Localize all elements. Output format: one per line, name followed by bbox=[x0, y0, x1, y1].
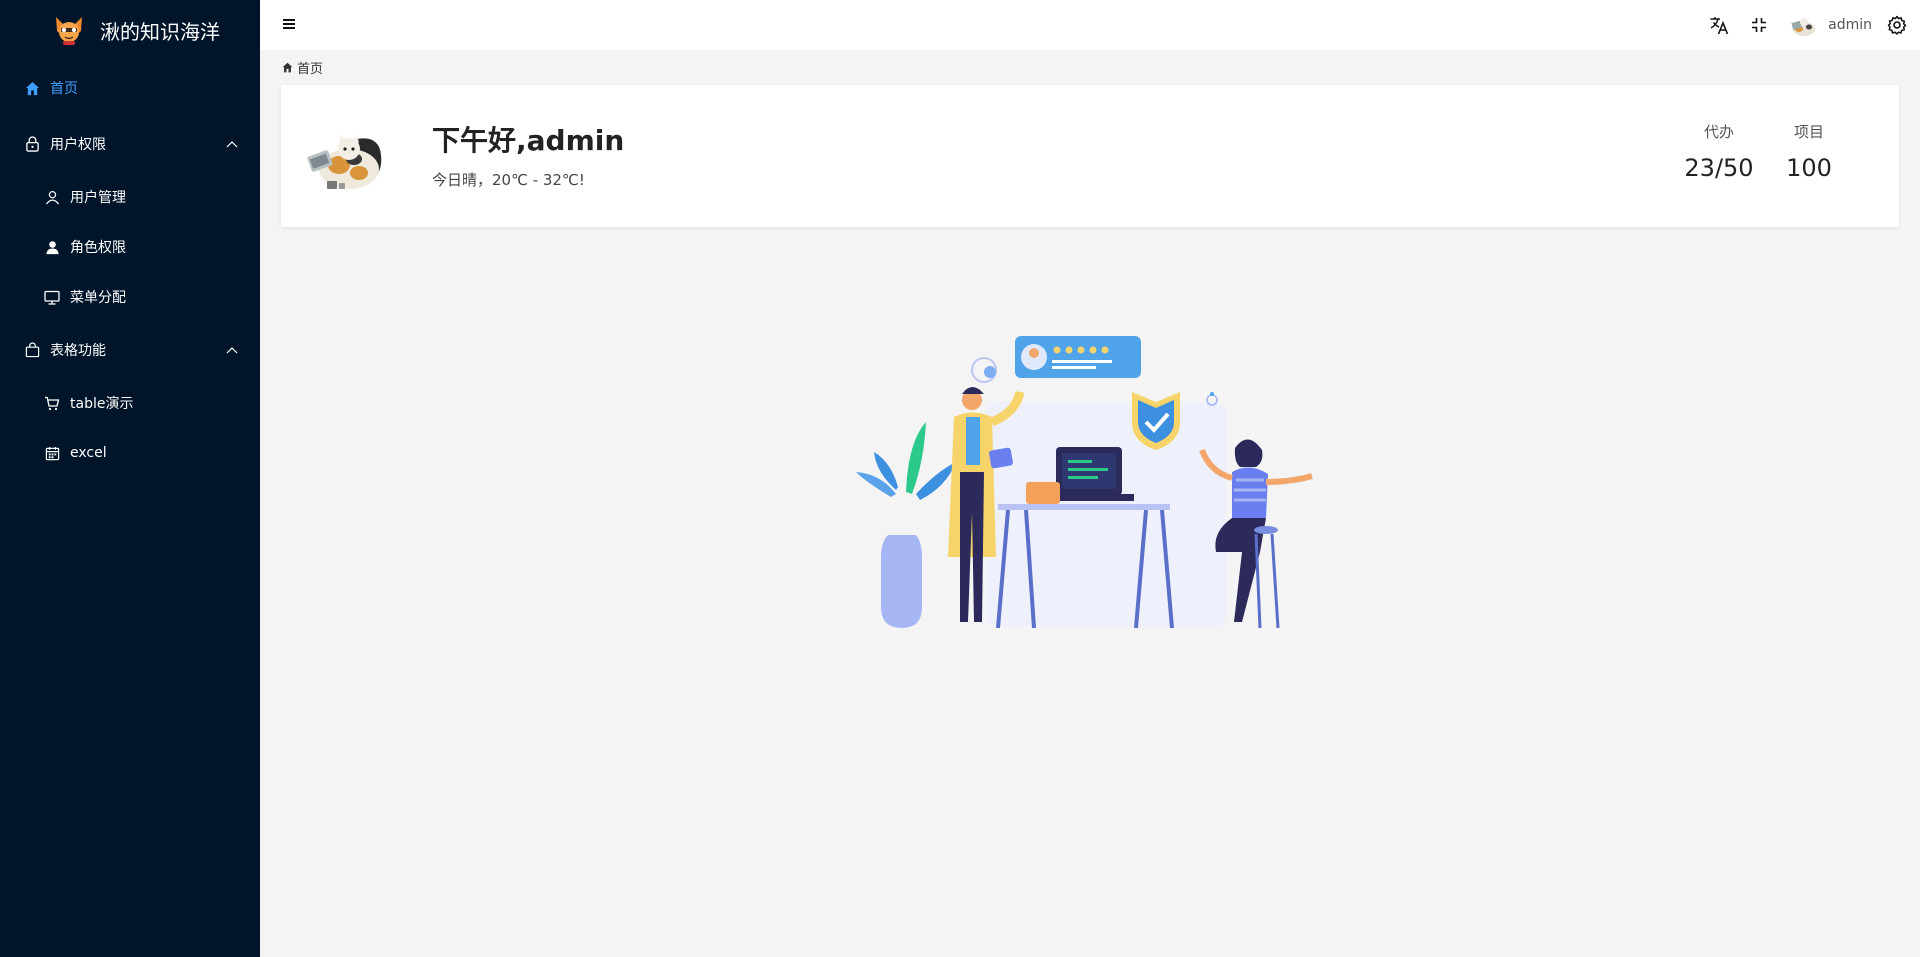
sidebar-group-table-features[interactable]: 表格功能 bbox=[0, 322, 260, 378]
sidebar-item-home[interactable]: 首页 bbox=[0, 60, 260, 116]
cat-logo-icon bbox=[56, 17, 82, 45]
stat-label: 代办 bbox=[1703, 123, 1734, 141]
sidebar-item-label: 用户管理 bbox=[70, 190, 126, 206]
sidebar-item-label: table演示 bbox=[70, 396, 134, 412]
sidebar-item-role-permissions[interactable]: 角色权限 bbox=[0, 222, 260, 272]
calendar-icon bbox=[44, 445, 60, 461]
breadcrumb: 首页 bbox=[282, 58, 323, 77]
sidebar-item-label: 菜单分配 bbox=[70, 290, 126, 306]
weather-text: 今日晴，20℃ - 32℃! bbox=[432, 171, 585, 189]
sidebar-group-user-permissions[interactable]: 用户权限 bbox=[0, 116, 260, 172]
breadcrumb-home[interactable]: 首页 bbox=[297, 58, 323, 77]
brand-name: 湫的知识海洋 bbox=[100, 19, 220, 44]
welcome-card: 下午好,admin 今日晴，20℃ - 32℃! 代办 23/50 项目 100 bbox=[281, 85, 1899, 227]
sidebar-item-menu-assignment[interactable]: 菜单分配 bbox=[0, 272, 260, 322]
chevron-up-icon bbox=[226, 347, 238, 354]
avatar bbox=[299, 109, 397, 207]
header-actions: admin bbox=[1708, 0, 1920, 50]
stat-projects: 项目 100 bbox=[1769, 121, 1849, 182]
brand[interactable]: 湫的知识海洋 bbox=[0, 0, 260, 60]
sidebar-item-label: 表格功能 bbox=[50, 343, 106, 359]
sidebar-item-label: 首页 bbox=[50, 81, 78, 97]
sidebar: 湫的知识海洋 首页 用户权限 用户管理 角色权限 菜单分配 表格功能 table… bbox=[0, 0, 260, 957]
shopping-bag-icon bbox=[24, 342, 40, 358]
translate-icon[interactable] bbox=[1708, 14, 1730, 36]
sidebar-item-label: excel bbox=[70, 445, 107, 461]
lock-icon bbox=[24, 136, 40, 152]
home-icon bbox=[282, 62, 293, 73]
user-filled-icon bbox=[44, 239, 60, 255]
stat-value: 100 bbox=[1786, 154, 1832, 182]
user-outline-icon bbox=[44, 189, 60, 205]
welcome-illustration bbox=[856, 336, 1313, 629]
sidebar-item-label: 用户权限 bbox=[50, 137, 106, 153]
cart-icon bbox=[44, 395, 60, 411]
username[interactable]: admin bbox=[1828, 17, 1872, 33]
top-header: admin bbox=[260, 0, 1920, 50]
stat-value: 23/50 bbox=[1684, 154, 1754, 182]
menu-icon[interactable] bbox=[282, 17, 296, 31]
sidebar-item-label: 角色权限 bbox=[70, 240, 126, 256]
sidebar-menu: 首页 用户权限 用户管理 角色权限 菜单分配 表格功能 table演示 exce… bbox=[0, 60, 260, 478]
greeting-title: 下午好,admin bbox=[432, 124, 625, 157]
stat-todo: 代办 23/50 bbox=[1679, 121, 1759, 182]
home-icon bbox=[24, 80, 40, 96]
sidebar-item-table-demo[interactable]: table演示 bbox=[0, 378, 260, 428]
gear-icon[interactable] bbox=[1886, 14, 1908, 36]
chevron-up-icon bbox=[226, 141, 238, 148]
monitor-icon bbox=[44, 289, 60, 305]
sidebar-item-user-management[interactable]: 用户管理 bbox=[0, 172, 260, 222]
fullscreen-exit-icon[interactable] bbox=[1748, 14, 1770, 36]
sidebar-item-excel[interactable]: excel bbox=[0, 428, 260, 478]
stat-label: 项目 bbox=[1793, 123, 1824, 141]
avatar[interactable] bbox=[1788, 10, 1819, 40]
